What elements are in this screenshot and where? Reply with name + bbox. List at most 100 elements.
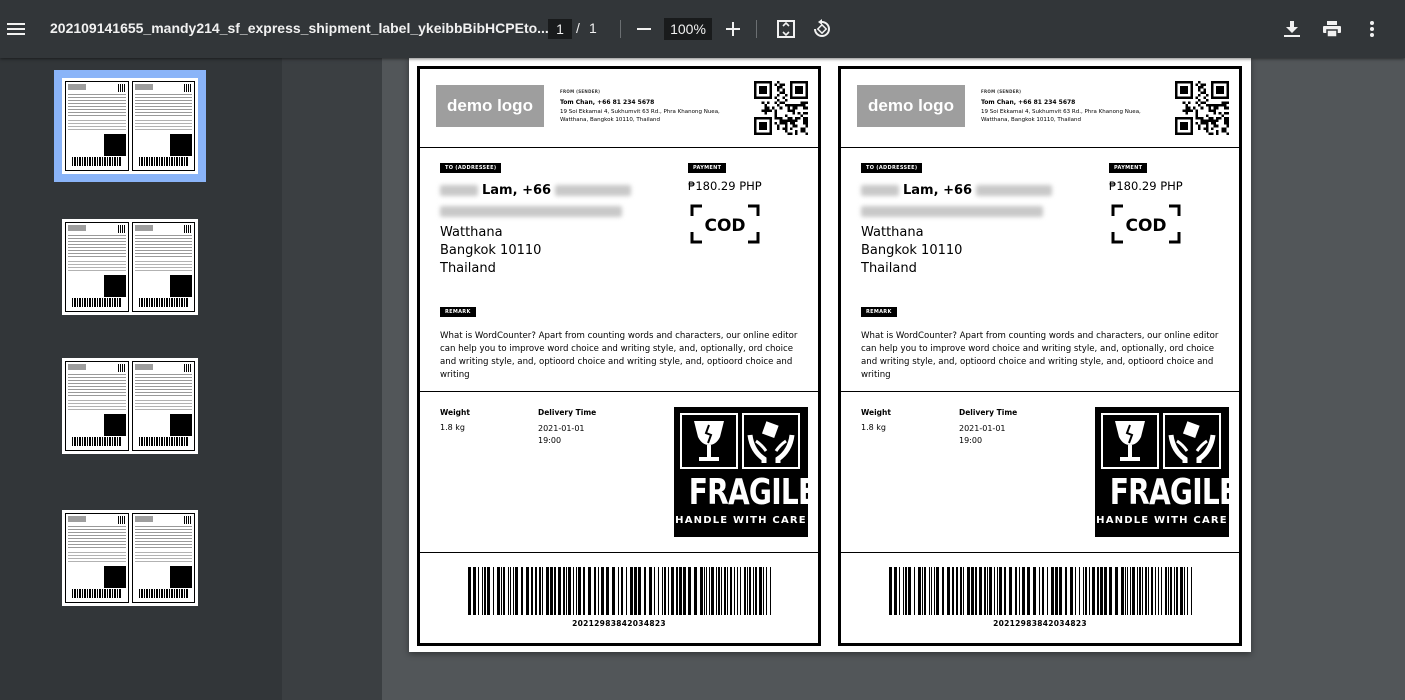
fit-page-icon (777, 20, 795, 38)
delivery-date: 2021-01-01 (959, 424, 1006, 433)
details-section: Weight 1.8 kg Delivery Time 2021-01-01 19… (841, 392, 1239, 553)
barcode-icon (889, 567, 1192, 615)
barcode-section: 20212983842034823 (420, 553, 818, 646)
tracking-number: 20212983842034823 (572, 619, 666, 628)
fragile-text: FRAGILE (688, 472, 817, 513)
sender-address: 19 Soi Ekkamai 4, Sukhumvit 63 Rd., Phra… (981, 109, 1141, 123)
fragile-subtext: HANDLE WITH CARE (675, 515, 807, 526)
thumb-label (65, 81, 129, 171)
remark-text: What is WordCounter? Apart from counting… (440, 331, 798, 380)
remark-title: REMARK (861, 307, 897, 317)
print-icon (1323, 21, 1341, 37)
plus-icon (726, 22, 740, 36)
redacted-street (440, 206, 622, 217)
menu-icon (7, 23, 25, 35)
download-button[interactable] (1276, 13, 1308, 45)
weight-value: 1.8 kg (440, 423, 465, 432)
addressee-city: Watthana (440, 225, 503, 240)
page-thumbnail[interactable] (62, 219, 198, 315)
sender-name: Tom Chan, +66 81 234 5678 (560, 99, 655, 106)
print-button[interactable] (1316, 13, 1348, 45)
document-title: 202109141655_mandy214_sf_express_shipmen… (50, 20, 549, 36)
divider (756, 20, 757, 38)
rotate-button[interactable] (806, 13, 838, 45)
fragile-sticker: FRAGILE HANDLE WITH CARE (674, 407, 817, 537)
redacted-phone (976, 185, 1053, 196)
addressee-postal: Bangkok 10110 (440, 243, 542, 258)
download-icon (1284, 21, 1300, 37)
thumb-label (131, 513, 195, 603)
zoom-out-button[interactable] (628, 13, 660, 45)
page-thumbnail[interactable] (62, 358, 198, 454)
cod-badge: COD (1111, 204, 1181, 244)
company-logo: demo logo (436, 85, 544, 127)
redacted-phone (555, 185, 632, 196)
delivery-date: 2021-01-01 (538, 424, 585, 433)
addressee-postal: Bangkok 10110 (861, 243, 963, 258)
sender-address: 19 Soi Ekkamai 4, Sukhumvit 63 Rd., Phra… (560, 109, 720, 123)
payment-title: PAYMENT (1109, 163, 1148, 173)
more-options-button[interactable] (1356, 13, 1388, 45)
cod-text: COD (704, 216, 745, 236)
qr-code-icon (754, 81, 808, 135)
broken-glass-icon (1101, 413, 1159, 469)
thumb-label (65, 361, 129, 451)
addressee-section: TO (ADDRESSEE) Lam, +66 Watthana Bangkok… (841, 148, 1239, 392)
delivery-value: 2021-01-01 19:00 (959, 423, 1006, 447)
addressee-name-text: Lam, +66 (903, 183, 973, 198)
payment-amount: ₱180.29 PHP (688, 179, 762, 193)
redacted-street (861, 206, 1043, 217)
pdf-page: demo logo FROM (SENDER) Tom Chan, +66 81… (409, 57, 1251, 652)
handle-with-care-icon (742, 413, 800, 469)
page-thumbnail[interactable] (62, 78, 198, 174)
thumb-label (131, 81, 195, 171)
cod-badge: COD (690, 204, 760, 244)
sender-section: demo logo FROM (SENDER) Tom Chan, +66 81… (841, 69, 1239, 148)
fragile-subtext: HANDLE WITH CARE (1096, 515, 1228, 526)
shipment-label: demo logo FROM (SENDER) Tom Chan, +66 81… (838, 66, 1242, 646)
redacted-name (861, 185, 899, 196)
delivery-time: 19:00 (959, 436, 983, 445)
fit-page-button[interactable] (770, 13, 802, 45)
qr-code-icon (1175, 81, 1229, 135)
zoom-in-button[interactable] (717, 13, 749, 45)
zoom-input[interactable]: 100% (664, 18, 712, 40)
to-title: TO (ADDRESSEE) (440, 163, 502, 173)
payment-amount: ₱180.29 PHP (1109, 179, 1183, 193)
viewer-margin (282, 58, 382, 700)
fragile-sticker: FRAGILE HANDLE WITH CARE (1095, 407, 1238, 537)
delivery-label: Delivery Time (538, 408, 597, 417)
sender-name: Tom Chan, +66 81 234 5678 (981, 99, 1076, 106)
barcode-icon (468, 567, 771, 615)
weight-label: Weight (861, 408, 891, 417)
thumb-label (65, 222, 129, 312)
page-thumbnail[interactable] (62, 510, 198, 606)
cod-text: COD (1125, 216, 1166, 236)
addressee-country: Thailand (861, 261, 917, 276)
redacted-name (440, 185, 478, 196)
thumb-label (65, 513, 129, 603)
handle-with-care-icon (1163, 413, 1221, 469)
pdf-toolbar: 202109141655_mandy214_sf_express_shipmen… (0, 0, 1405, 58)
thumb-label (131, 222, 195, 312)
details-section: Weight 1.8 kg Delivery Time 2021-01-01 19… (420, 392, 818, 553)
addressee-name: Lam, +66 (861, 183, 1053, 198)
from-title: FROM (SENDER) (981, 89, 1022, 94)
delivery-value: 2021-01-01 19:00 (538, 423, 585, 447)
divider (620, 20, 621, 38)
remark-title: REMARK (440, 307, 476, 317)
from-title: FROM (SENDER) (560, 89, 601, 94)
delivery-label: Delivery Time (959, 408, 1018, 417)
broken-glass-icon (680, 413, 738, 469)
addressee-name: Lam, +66 (440, 183, 632, 198)
to-title: TO (ADDRESSEE) (861, 163, 923, 173)
remark-text: What is WordCounter? Apart from counting… (861, 331, 1219, 380)
rotate-icon (814, 19, 830, 37)
page-number-input[interactable]: 1 (548, 19, 572, 39)
more-vert-icon (1370, 21, 1374, 37)
minus-icon (637, 28, 651, 30)
company-logo: demo logo (857, 85, 965, 127)
tracking-number: 20212983842034823 (993, 619, 1087, 628)
menu-button[interactable] (0, 13, 32, 45)
weight-label: Weight (440, 408, 470, 417)
